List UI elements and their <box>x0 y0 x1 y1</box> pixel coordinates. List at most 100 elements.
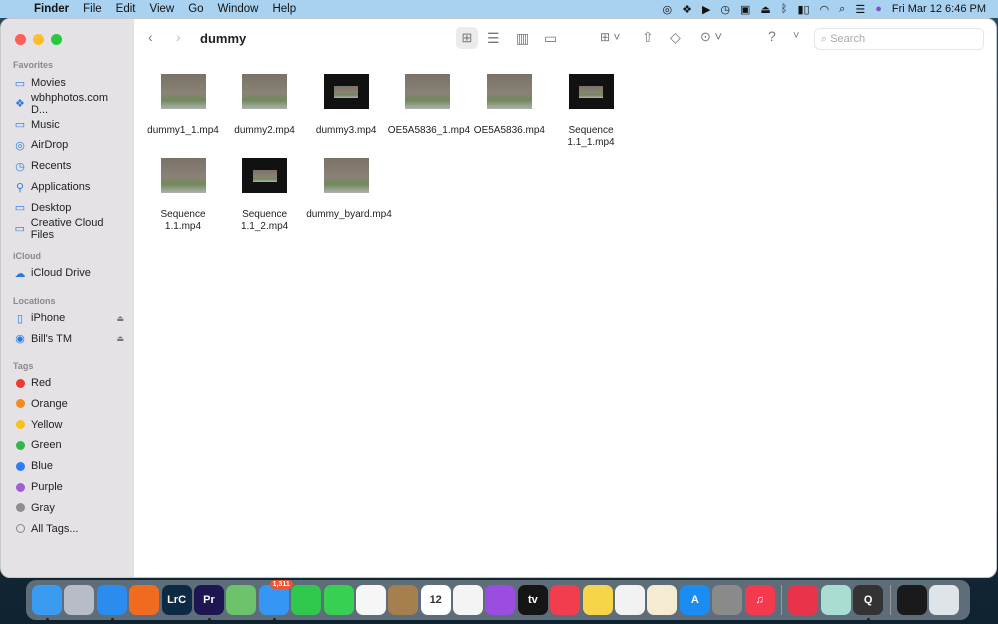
dock-firefox-icon[interactable] <box>129 585 160 615</box>
search-input[interactable]: ⌕ Search <box>814 28 984 50</box>
dock-tv-icon[interactable]: tv <box>517 585 548 615</box>
file-item[interactable]: dummy1_1.mp4 <box>143 74 223 137</box>
column-view-button[interactable]: ▥ <box>516 30 529 47</box>
close-button[interactable] <box>15 34 26 45</box>
dock-podcasts-icon[interactable] <box>485 585 516 615</box>
clock[interactable]: Fri Mar 12 6:46 PM <box>892 3 986 15</box>
file-item[interactable]: dummy_byard.mp4 <box>306 158 392 221</box>
menu-help[interactable]: Help <box>272 3 296 15</box>
time-machine-icon[interactable]: ◷ <box>720 3 730 16</box>
dock-system-preferences-icon[interactable] <box>712 585 743 615</box>
zoom-button[interactable] <box>51 34 62 45</box>
gallery-view-button[interactable]: ▭ <box>544 30 557 47</box>
dock-facetime-icon[interactable] <box>291 585 322 615</box>
file-name: dummy_byard.mp4 <box>306 209 392 220</box>
dock-calendar-icon[interactable]: 12 <box>420 585 451 615</box>
menu-view[interactable]: View <box>150 3 175 15</box>
dock-contacts-icon[interactable] <box>388 585 419 615</box>
video-thumbnail <box>242 74 288 109</box>
dock-lightroom-classic-icon[interactable]: LrC <box>161 585 192 615</box>
battery-icon[interactable]: ▮▯ <box>797 3 809 16</box>
group-button[interactable]: ⊞ ˅ <box>600 30 620 44</box>
back-button[interactable]: ‹ <box>148 29 153 45</box>
dock-music-icon[interactable]: ♫ <box>744 585 775 615</box>
bluetooth-icon[interactable]: ᛒ <box>781 3 788 15</box>
sidebar-item-iphone[interactable]: ▯ iPhone ⏏ <box>13 308 128 328</box>
menu-go[interactable]: Go <box>188 3 203 15</box>
sidebar-item-bill-s-tm[interactable]: ◉ Bill's TM ⏏ <box>13 329 128 349</box>
help-icon[interactable]: ? <box>768 28 776 44</box>
dock-mail-icon[interactable]: 1,311 <box>258 580 293 621</box>
dock-news-icon[interactable] <box>550 585 581 615</box>
file-item[interactable]: dummy2.mp4 <box>225 74 305 137</box>
more-actions-button[interactable]: ⊙ ˅ <box>700 29 722 45</box>
control-center-icon[interactable]: ☰ <box>855 3 865 16</box>
file-name: OE5A5836.mp4 <box>473 125 545 136</box>
menu-app-name[interactable]: Finder <box>34 3 69 15</box>
dock-photos-icon[interactable] <box>355 585 386 615</box>
icon-view-button[interactable]: ⊞ <box>456 27 478 49</box>
spotlight-icon[interactable]: ⌕ <box>839 3 845 16</box>
dock-pages-icon[interactable] <box>647 585 678 615</box>
dock-creative-cloud-icon[interactable] <box>788 585 819 615</box>
sidebar-item-red[interactable]: Red <box>13 373 128 393</box>
sidebar-item-orange[interactable]: Orange <box>13 394 128 414</box>
dock-downloads-stack-icon[interactable] <box>896 585 927 615</box>
menu-window[interactable]: Window <box>218 3 259 15</box>
menu-file[interactable]: File <box>83 3 102 15</box>
dock-launchpad-icon[interactable] <box>64 585 95 615</box>
dropbox-status-icon[interactable]: ❖ <box>682 3 692 16</box>
sidebar-item-yellow[interactable]: Yellow <box>13 415 128 435</box>
dock-icon-label: tv <box>527 594 538 606</box>
dock-reminders-icon[interactable] <box>453 585 484 615</box>
dock-numbers-icon[interactable] <box>615 585 646 615</box>
sidebar-item-gray[interactable]: Gray <box>13 498 128 518</box>
sidebar-item-desktop[interactable]: ▭ Desktop <box>13 198 128 218</box>
minimize-button[interactable] <box>33 34 44 45</box>
tag-button[interactable]: ◇ <box>670 29 681 46</box>
dock-app-store-icon[interactable]: A <box>679 585 710 615</box>
folder-icon: ▭ <box>14 119 26 132</box>
file-item[interactable]: Sequence 1.1_1.mp4 <box>551 74 631 149</box>
wifi-icon[interactable]: ◠ <box>820 3 830 16</box>
forward-button[interactable]: › <box>176 29 181 45</box>
dock-messages-icon[interactable] <box>323 585 354 615</box>
file-item[interactable]: dummy3.mp4 <box>306 74 386 137</box>
file-item[interactable]: Sequence 1.1_2.mp4 <box>225 158 305 233</box>
file-item[interactable]: OE5A5836.mp4 <box>469 74 549 137</box>
sidebar-item-recents[interactable]: ◷ Recents <box>13 156 128 176</box>
dock-quicktime-icon[interactable]: Q <box>853 585 884 621</box>
sidebar-item-music[interactable]: ▭ Music <box>13 115 128 135</box>
siri-icon[interactable]: ● <box>875 3 882 15</box>
file-item[interactable]: OE5A5836_1.mp4 <box>388 74 470 137</box>
dock-finder-icon[interactable] <box>32 585 62 621</box>
menu-edit[interactable]: Edit <box>116 3 136 15</box>
dock-plugin-scan-icon[interactable] <box>820 585 851 615</box>
eject-status-icon[interactable]: ⏏ <box>760 3 770 16</box>
dock-notes-icon[interactable] <box>582 585 613 615</box>
sidebar-item-wbhphotos-com-d-[interactable]: ❖ wbhphotos.com D... <box>13 92 128 116</box>
dock-premiere-icon[interactable]: Pr <box>193 585 224 621</box>
eject-icon[interactable]: ⏏ <box>116 334 124 343</box>
sidebar-item-label: Gray <box>31 501 55 514</box>
creative-cloud-status-icon[interactable]: ◎ <box>662 3 672 16</box>
sidebar-item-applications[interactable]: ⚲ Applications <box>13 177 128 197</box>
help-chevron-icon[interactable]: ˅ <box>793 30 799 42</box>
sidebar-item-creative-cloud-files[interactable]: ▭ Creative Cloud Files <box>13 217 128 241</box>
sidebar-item-blue[interactable]: Blue <box>13 456 128 476</box>
dock-trash-icon[interactable] <box>929 585 960 615</box>
sidebar-item-purple[interactable]: Purple <box>13 477 128 497</box>
list-view-button[interactable]: ☰ <box>487 30 500 47</box>
sidebar-item-all-tags-[interactable]: All Tags... <box>13 519 128 539</box>
share-button[interactable]: ⇧ <box>642 29 654 46</box>
play-status-icon[interactable]: ▶ <box>702 3 710 16</box>
sidebar-item-green[interactable]: Green <box>13 435 128 455</box>
display-icon[interactable]: ▣ <box>740 3 750 16</box>
dock-safari-icon[interactable] <box>96 585 127 621</box>
eject-icon[interactable]: ⏏ <box>116 314 124 323</box>
sidebar-item-movies[interactable]: ▭ Movies <box>13 73 128 93</box>
file-item[interactable]: Sequence 1.1.mp4 <box>143 158 223 233</box>
dock-maps-icon[interactable] <box>226 585 257 615</box>
sidebar-item-airdrop[interactable]: ◎ AirDrop <box>13 135 128 155</box>
sidebar-item-icloud-drive[interactable]: ☁ iCloud Drive <box>13 263 128 283</box>
